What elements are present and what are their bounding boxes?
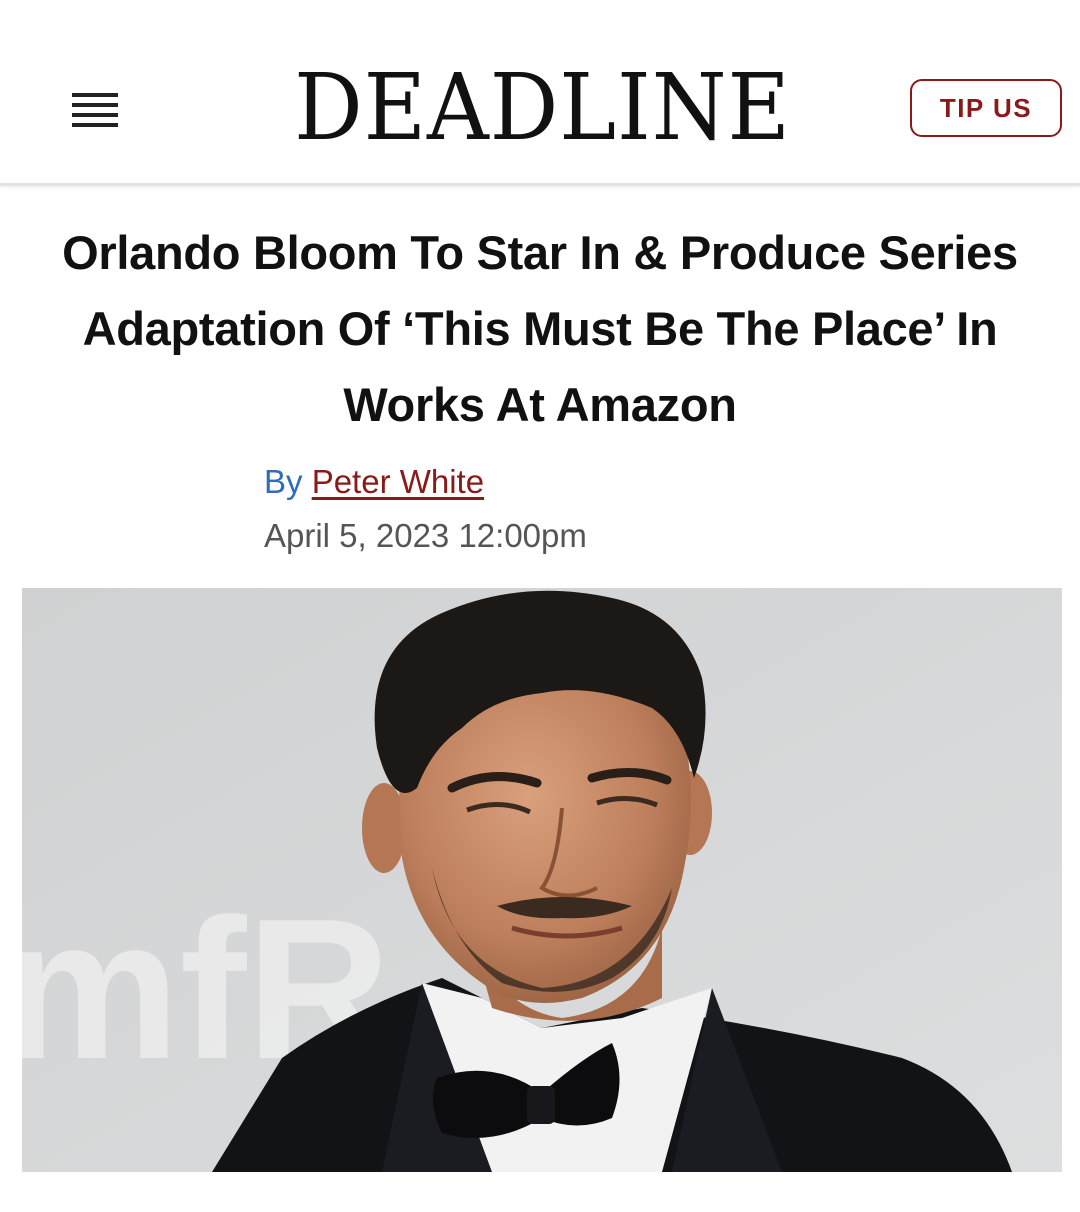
publish-date: April 5, 2023 12:00pm	[264, 517, 587, 554]
site-logo[interactable]: DEADLINE	[275, 58, 810, 158]
article-headline: Orlando Bloom To Star In & Produce Serie…	[62, 226, 1018, 431]
article-photo: mfR	[22, 588, 1062, 1172]
site-header: DEADLINE TIP US	[0, 0, 1080, 186]
byline-prefix: By	[264, 463, 303, 500]
hamburger-menu-icon[interactable]	[72, 93, 118, 127]
tip-us-button[interactable]: TIP US	[910, 79, 1062, 137]
byline: By Peter White	[264, 460, 484, 504]
author-link[interactable]: Peter White	[312, 463, 484, 500]
